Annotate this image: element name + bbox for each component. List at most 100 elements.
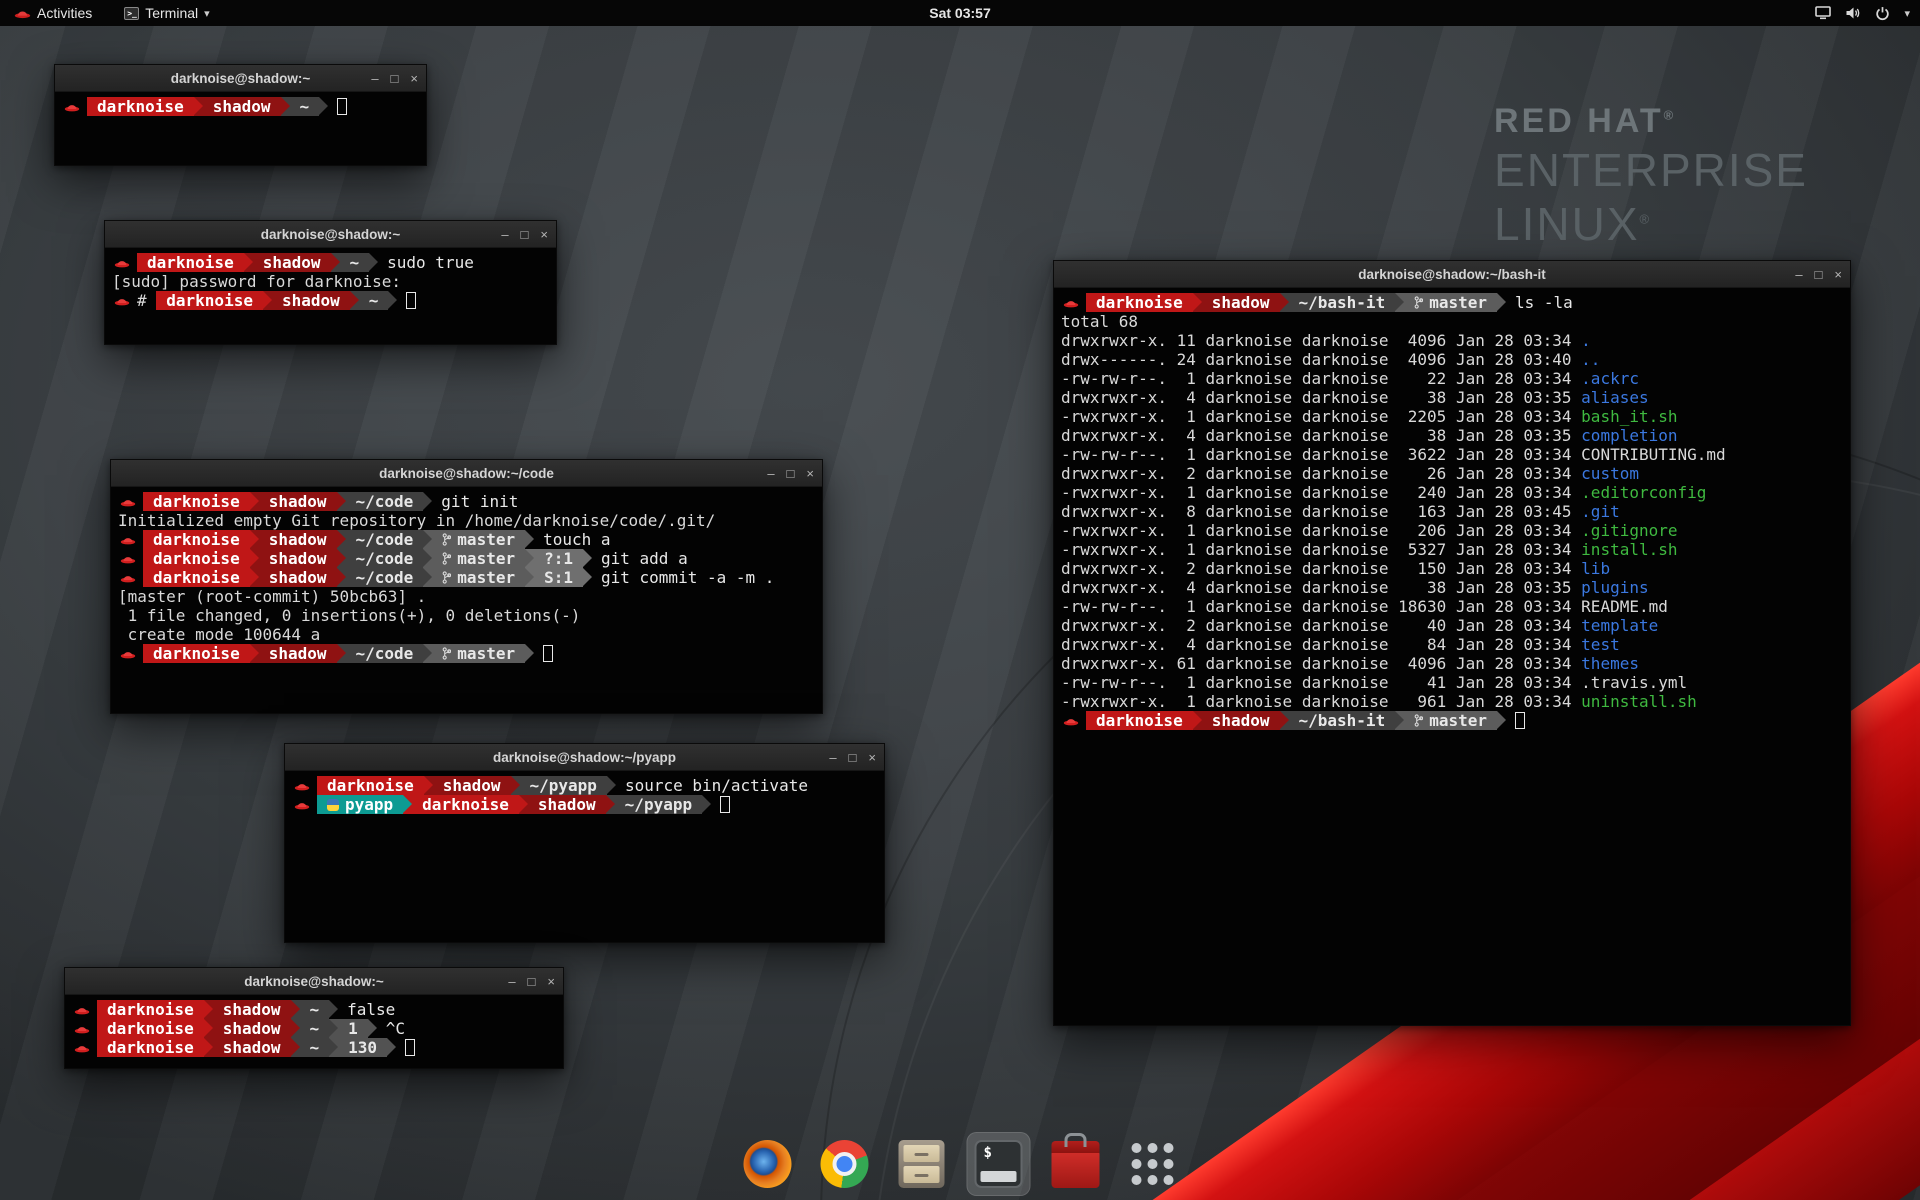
maximize-button[interactable]: □ — [1815, 261, 1823, 288]
window-titlebar[interactable]: darknoise@shadow:~ – □ × — [55, 65, 426, 92]
file-name: aliases — [1581, 388, 1648, 407]
powerline-separator — [388, 291, 397, 310]
prompt-segment-path: ~/code — [346, 530, 424, 549]
maximize-button[interactable]: □ — [528, 968, 536, 995]
close-button[interactable]: × — [547, 968, 555, 995]
dock-toolbox[interactable] — [1044, 1132, 1108, 1196]
terminal-line: -rw-rw-r--. 1 darknoise darknoise 18630 … — [1061, 597, 1843, 616]
terminal-line: darknoiseshadow~/codemasterS:1git commit… — [118, 568, 815, 587]
terminal-output: -rwxrwxr-x. 1 darknoise darknoise 240 Ja… — [1061, 483, 1581, 502]
terminal-body[interactable]: darknoiseshadow~/pyappsource bin/activat… — [285, 772, 884, 942]
terminal-line: -rwxrwxr-x. 1 darknoise darknoise 206 Ja… — [1061, 521, 1843, 540]
window-titlebar[interactable]: darknoise@shadow:~/code – □ × — [111, 460, 822, 487]
window-titlebar[interactable]: darknoise@shadow:~ – □ × — [105, 221, 556, 248]
close-button[interactable]: × — [1834, 261, 1842, 288]
window-title: darknoise@shadow:~ — [171, 71, 311, 86]
powerline-separator — [423, 492, 432, 511]
terminal-body[interactable]: darknoiseshadow~ — [55, 93, 426, 165]
maximize-button[interactable]: □ — [787, 460, 795, 487]
window-titlebar[interactable]: darknoise@shadow:~ – □ × — [65, 968, 563, 995]
close-button[interactable]: × — [540, 221, 548, 248]
prompt-segment-host: shadow — [259, 549, 337, 568]
minimize-button[interactable]: – — [767, 460, 774, 487]
terminal-output: drwxrwxr-x. 2 darknoise darknoise 40 Jan… — [1061, 616, 1581, 635]
terminal-line: drwxrwxr-x. 2 darknoise darknoise 40 Jan… — [1061, 616, 1843, 635]
terminal-output: drwxrwxr-x. 11 darknoise darknoise 4096 … — [1061, 331, 1581, 350]
toolbox-icon — [1052, 1150, 1100, 1188]
terminal-line: drwxrwxr-x. 4 darknoise darknoise 38 Jan… — [1061, 426, 1843, 445]
firefox-icon — [744, 1140, 792, 1188]
close-button[interactable]: × — [868, 744, 876, 771]
terminal-line: darknoiseshadow~/codegit init — [118, 492, 815, 511]
rhel-wordmark: RED HAT® ENTERPRISE LINUX® — [1494, 102, 1808, 251]
terminal-body[interactable]: darknoiseshadow~falsedarknoiseshadow~1^C… — [65, 996, 563, 1068]
powerline-separator — [423, 549, 432, 568]
close-button[interactable]: × — [410, 65, 418, 92]
file-name: README.md — [1581, 597, 1668, 616]
maximize-button[interactable]: □ — [391, 65, 399, 92]
dock-app-grid[interactable] — [1121, 1132, 1185, 1196]
file-name: themes — [1581, 654, 1639, 673]
terminal-line: -rwxrwxr-x. 1 darknoise darknoise 5327 J… — [1061, 540, 1843, 559]
dock-firefox[interactable] — [736, 1132, 800, 1196]
powerline-separator — [319, 97, 328, 116]
powerline-separator — [250, 530, 259, 549]
minimize-button[interactable]: – — [1795, 261, 1802, 288]
terminal-output: -rwxrwxr-x. 1 darknoise darknoise 206 Ja… — [1061, 521, 1581, 540]
minimize-button[interactable]: – — [508, 968, 515, 995]
close-button[interactable]: × — [806, 460, 814, 487]
volume-icon[interactable] — [1845, 6, 1861, 20]
terminal-cursor — [405, 1039, 415, 1056]
minimize-button[interactable]: – — [829, 744, 836, 771]
registered-mark: ® — [1640, 212, 1652, 227]
prompt-segment-git: master — [1404, 293, 1497, 312]
prompt-segment-path: ~ — [300, 1000, 330, 1019]
redhat-prompt-icon — [120, 649, 136, 659]
chevron-down-icon[interactable]: ▾ — [1904, 7, 1910, 20]
terminal-body[interactable]: darknoiseshadow~/codegit initInitialized… — [111, 488, 822, 713]
powerline-separator — [1395, 711, 1404, 730]
terminal-output: total 68 — [1061, 312, 1138, 331]
terminal-command: source bin/activate — [625, 776, 808, 795]
dock-terminal[interactable] — [967, 1132, 1031, 1196]
terminal-body[interactable]: darknoiseshadow~/bash-itmasterls -latota… — [1054, 289, 1850, 1025]
terminal-line: pyappdarknoiseshadow~/pyapp — [292, 795, 877, 814]
window-titlebar[interactable]: darknoise@shadow:~/bash-it – □ × — [1054, 261, 1850, 288]
prompt-segment-user: darknoise — [137, 253, 244, 272]
terminal-line: -rw-rw-r--. 1 darknoise darknoise 41 Jan… — [1061, 673, 1843, 692]
powerline-separator — [337, 492, 346, 511]
terminal-output: -rwxrwxr-x. 1 darknoise darknoise 5327 J… — [1061, 540, 1581, 559]
redhat-prompt-icon — [120, 573, 136, 583]
maximize-button[interactable]: □ — [849, 744, 857, 771]
powerline-separator — [337, 644, 346, 663]
terminal-output: -rw-rw-r--. 1 darknoise darknoise 22 Jan… — [1061, 369, 1581, 388]
dock-chrome[interactable] — [813, 1132, 877, 1196]
terminal-line: drwxrwxr-x. 11 darknoise darknoise 4096 … — [1061, 331, 1843, 350]
app-menu-terminal[interactable]: >_ Terminal ▾ — [118, 0, 215, 26]
terminal-line: create mode 100644 a — [118, 625, 815, 644]
window-titlebar[interactable]: darknoise@shadow:~/pyapp – □ × — [285, 744, 884, 771]
display-icon[interactable] — [1815, 6, 1831, 20]
dock-files[interactable] — [890, 1132, 954, 1196]
terminal-line: darknoiseshadow~/bash-itmasterls -la — [1061, 293, 1843, 312]
minimize-button[interactable]: – — [371, 65, 378, 92]
terminal-cursor — [1515, 712, 1525, 729]
terminal-body[interactable]: darknoiseshadow~sudo true[sudo] password… — [105, 249, 556, 344]
powerline-separator — [1497, 293, 1506, 312]
maximize-button[interactable]: □ — [521, 221, 529, 248]
terminal-line: [master (root-commit) 50bcb63] . — [118, 587, 815, 606]
prompt-segment-gitstat: S:1 — [534, 568, 583, 587]
powerline-separator — [403, 795, 412, 814]
minimize-button[interactable]: – — [501, 221, 508, 248]
terminal-line: darknoiseshadow~/codemaster — [118, 644, 815, 663]
window-title: darknoise@shadow:~ — [244, 974, 384, 989]
prompt-segment-user: darknoise — [1086, 711, 1193, 730]
power-icon[interactable] — [1875, 6, 1890, 21]
git-branch-icon — [442, 552, 451, 565]
redhat-prompt-icon — [114, 296, 130, 306]
prompt-segment-path: ~/bash-it — [1289, 293, 1396, 312]
clock[interactable]: Sat 03:57 — [929, 5, 990, 21]
terminal-line: drwxrwxr-x. 2 darknoise darknoise 26 Jan… — [1061, 464, 1843, 483]
activities-button[interactable]: Activities — [8, 0, 98, 26]
prompt-segment-user: darknoise — [143, 644, 250, 663]
